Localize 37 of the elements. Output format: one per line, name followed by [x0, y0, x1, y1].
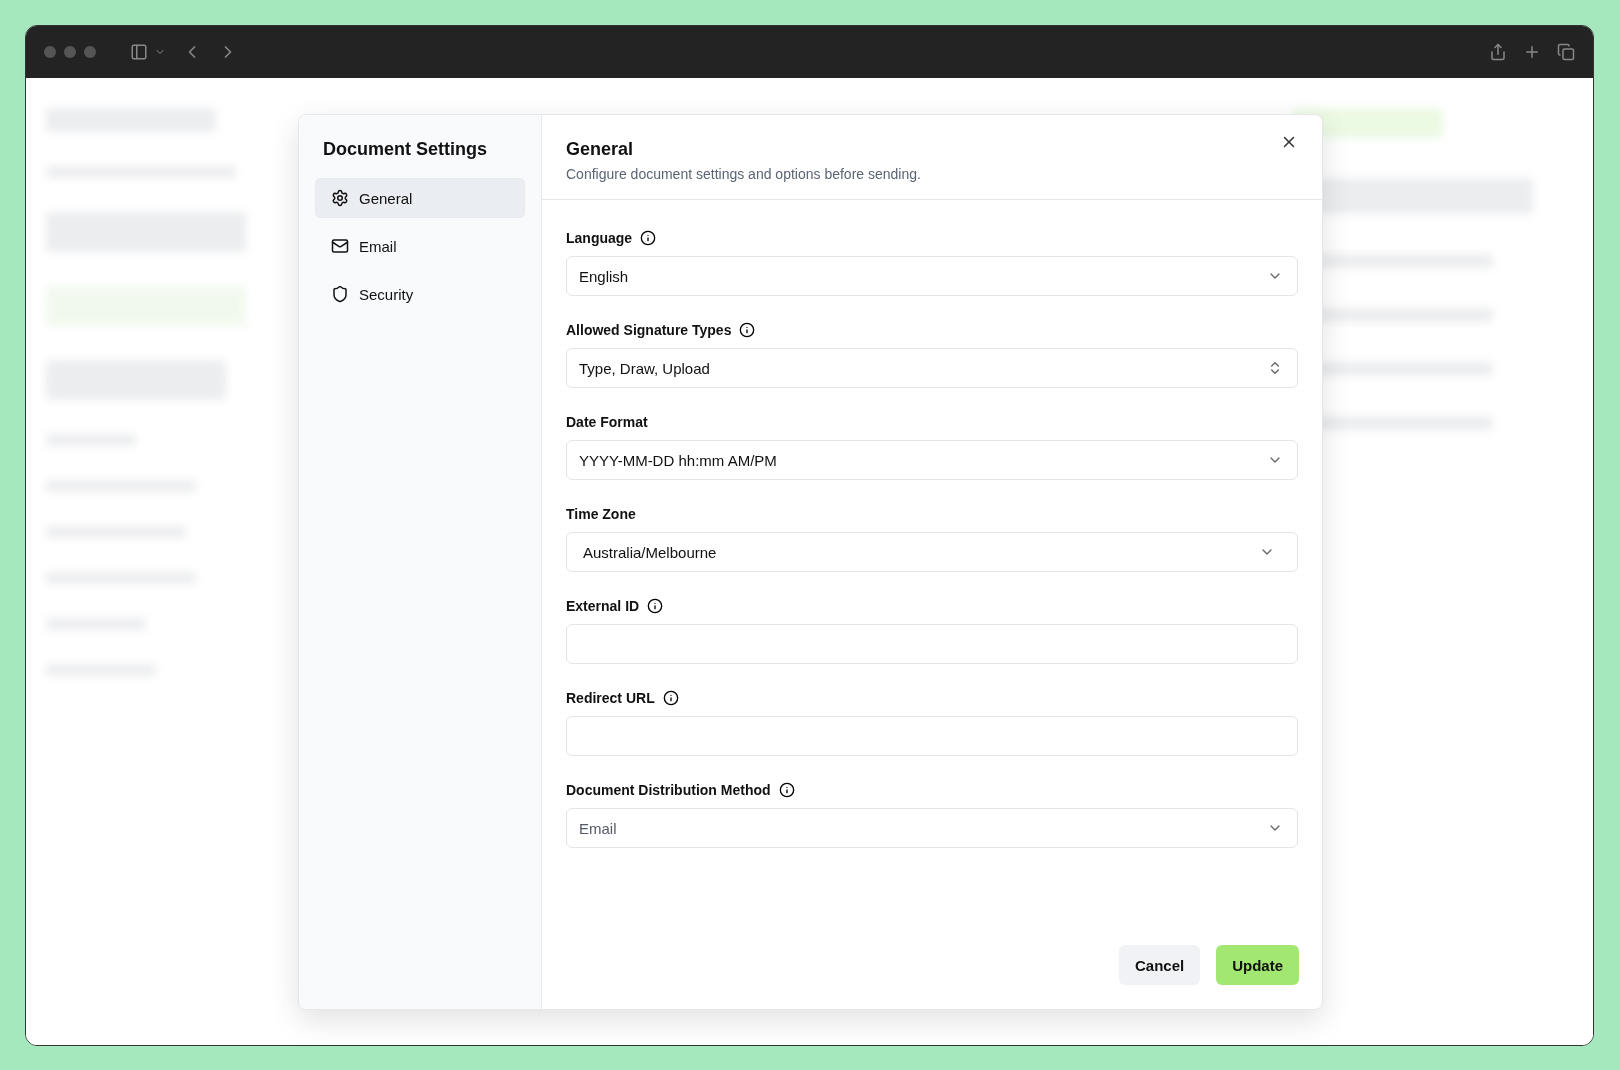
info-icon[interactable] [662, 690, 679, 706]
window-minimize-dot[interactable] [64, 46, 76, 58]
select-field[interactable]: English [566, 256, 1298, 296]
shield-icon [331, 285, 349, 303]
field-label: Time Zone [566, 506, 636, 522]
info-icon[interactable] [640, 230, 657, 246]
select-field[interactable]: Type, Draw, Upload [566, 348, 1298, 388]
nav-item[interactable]: Email [315, 226, 525, 266]
field-label: Language [566, 230, 633, 246]
sidebar-icon[interactable] [130, 43, 148, 61]
dialog-title: Document Settings [323, 139, 488, 160]
section-title: General [566, 139, 635, 160]
mail-icon [331, 237, 349, 255]
field-label: Redirect URL [566, 690, 655, 706]
field-label: Date Format [566, 414, 648, 430]
share-icon[interactable] [1489, 43, 1507, 61]
field-label: External ID [566, 598, 640, 614]
info-icon[interactable] [739, 322, 756, 338]
update-button[interactable]: Update [1216, 945, 1299, 985]
tabs-icon[interactable] [1557, 43, 1575, 61]
window-zoom-dot[interactable] [84, 46, 96, 58]
info-icon[interactable] [647, 598, 664, 614]
text-input[interactable] [566, 716, 1298, 756]
cancel-button[interactable]: Cancel [1118, 945, 1201, 985]
field-label: Allowed Signature Types [566, 322, 732, 338]
select-field[interactable]: Email [566, 808, 1298, 848]
window-close-dot[interactable] [44, 46, 56, 58]
nav-item[interactable]: Security [315, 274, 525, 314]
new-tab-icon[interactable] [1523, 43, 1541, 61]
select-field[interactable]: YYYY-MM-DD hh:mm AM/PM [566, 440, 1298, 480]
info-icon[interactable] [778, 782, 795, 798]
nav-item[interactable]: General [315, 178, 525, 218]
section-subtitle: Configure document settings and options before sending. [566, 166, 922, 182]
settings-icon [331, 189, 349, 207]
select-field[interactable]: Australia/Melbourne [566, 532, 1298, 572]
field-label: Document Distribution Method [566, 782, 771, 798]
text-input[interactable] [566, 624, 1298, 664]
